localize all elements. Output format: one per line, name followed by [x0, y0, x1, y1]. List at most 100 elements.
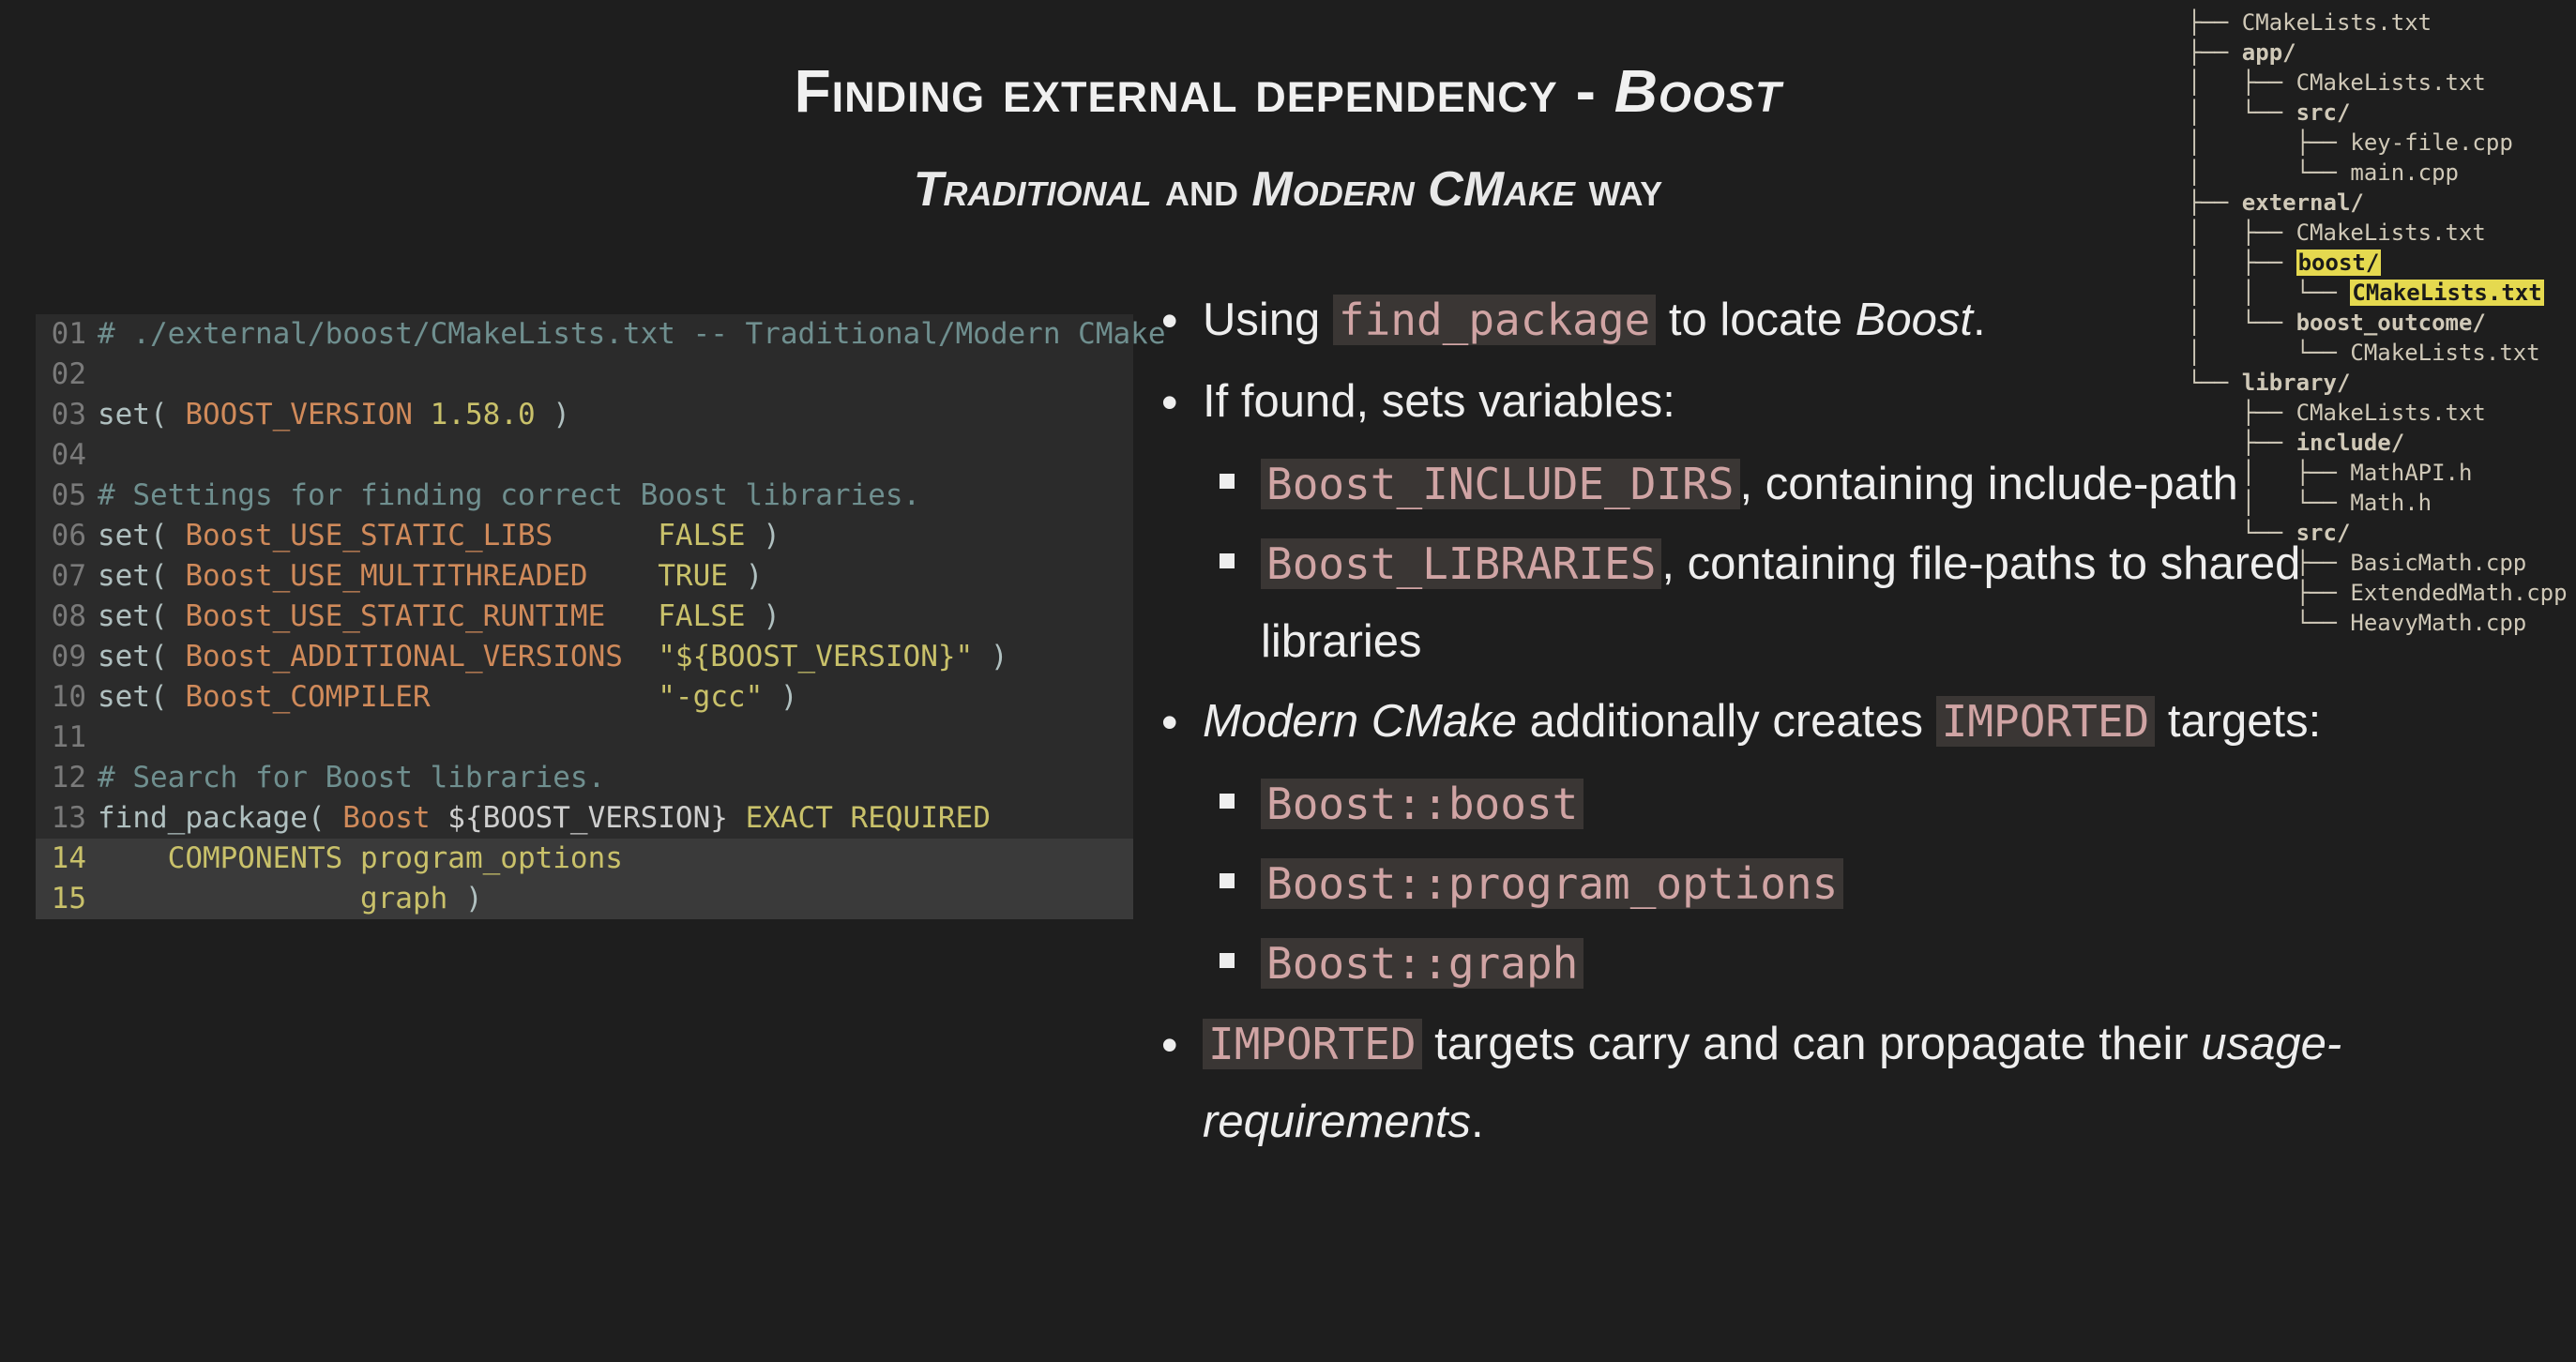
code-libraries: Boost_LIBRARIES [1261, 538, 1661, 589]
bullet-3-modern: Modern CMake [1203, 696, 1517, 747]
subtitle-and: and [1152, 162, 1252, 217]
code-line: 09set( Boost_ADDITIONAL_VERSIONS "${BOOS… [36, 637, 1133, 677]
tree-prefix: └── [2188, 520, 2296, 546]
line-number: 02 [36, 355, 98, 395]
code-boost-graph: Boost::graph [1261, 938, 1583, 989]
code-line: 11 [36, 718, 1133, 758]
code-line: 10set( Boost_COMPILER "-gcc" ) [36, 677, 1133, 718]
line-number: 03 [36, 395, 98, 435]
tree-node: boost/ [2296, 250, 2382, 276]
code-line: 04 [36, 435, 1133, 476]
bullet-1-pre: Using [1203, 295, 1333, 345]
code-token: ${BOOST_VERSION} [447, 801, 745, 835]
code-token [588, 559, 659, 593]
tree-prefix: │ └── CMakeLists.txt [2188, 340, 2540, 366]
code-content: set( Boost_USE_STATIC_LIBS FALSE ) [98, 516, 1133, 556]
code-token [98, 882, 360, 916]
tree-row: │ └── CMakeLists.txt [2188, 338, 2568, 368]
code-token: "${BOOST_VERSION}" [658, 640, 973, 673]
code-line: 01# ./external/boost/CMakeLists.txt -- T… [36, 314, 1133, 355]
tree-row: │ ├── boost/ [2188, 248, 2568, 278]
code-content: set( Boost_USE_MULTITHREADED TRUE ) [98, 556, 1133, 597]
code-token: ) [746, 599, 780, 633]
code-token: ) [973, 640, 1008, 673]
bullet-3: Modern CMake additionally creates IMPORT… [1144, 683, 2420, 761]
bullet-3a: Boost::boost [1144, 765, 2420, 843]
tree-prefix: │ └── main.cpp [2188, 159, 2459, 186]
code-block: 01# ./external/boost/CMakeLists.txt -- T… [36, 314, 1133, 919]
code-token: ) [536, 398, 570, 431]
tree-prefix: ├── [2188, 189, 2242, 216]
tree-row: ├── app/ [2188, 38, 2568, 68]
code-token: # Search for Boost libraries. [98, 761, 605, 794]
code-token [98, 841, 168, 875]
tree-prefix: │ └── [2188, 99, 2296, 126]
bullet-4: IMPORTED targets carry and can propagate… [1144, 1006, 2420, 1162]
code-token: program_options [360, 841, 623, 875]
tree-node: library/ [2242, 370, 2351, 396]
tree-row: │ └── Math.h [2188, 488, 2568, 518]
bullet-2-text: If found, sets variables: [1203, 376, 1675, 427]
tree-row: ├── ExtendedMath.cpp [2188, 578, 2568, 608]
code-boost-po: Boost::program_options [1261, 858, 1843, 909]
code-content: # Settings for finding correct Boost lib… [98, 476, 1133, 516]
code-token: EXACT REQUIRED [746, 801, 991, 835]
code-token: Boost [342, 801, 447, 835]
tree-row: │ └── boost_outcome/ [2188, 308, 2568, 338]
line-number: 10 [36, 677, 98, 718]
tree-prefix: │ ├── key-file.cpp [2188, 129, 2513, 156]
code-token: 1.58.0 [431, 398, 536, 431]
line-number: 07 [36, 556, 98, 597]
bullet-3-post: targets: [2155, 696, 2321, 747]
code-token: # Settings for finding correct Boost lib… [98, 478, 920, 512]
title-pre: Finding external dependency - [795, 57, 1614, 125]
code-token: COMPONENTS [168, 841, 360, 875]
bullet-2a-post: , containing include-path [1740, 459, 2238, 509]
tree-row: │ ├── CMakeLists.txt [2188, 68, 2568, 98]
tree-prefix: │ ├── CMakeLists.txt [2188, 219, 2486, 246]
line-number: 15 [36, 879, 98, 919]
line-number: 14 [36, 839, 98, 879]
code-token [605, 599, 658, 633]
tree-prefix: ├── CMakeLists.txt [2188, 9, 2432, 36]
tree-row: ├── BasicMath.cpp [2188, 548, 2568, 578]
code-token: Boost_COMPILER [185, 680, 430, 714]
line-number: 06 [36, 516, 98, 556]
code-token [431, 680, 659, 714]
code-content: set( Boost_ADDITIONAL_VERSIONS "${BOOST_… [98, 637, 1133, 677]
code-token: ) [746, 519, 780, 552]
tree-row: │ │ └── CMakeLists.txt [2188, 278, 2568, 308]
code-line: 02 [36, 355, 1133, 395]
code-token: ) [763, 680, 797, 714]
code-line: 08set( Boost_USE_STATIC_RUNTIME FALSE ) [36, 597, 1133, 637]
file-tree: ├── CMakeLists.txt├── app/│ ├── CMakeLis… [2188, 8, 2568, 638]
code-token: FALSE [658, 519, 745, 552]
code-line: 12# Search for Boost libraries. [36, 758, 1133, 798]
code-token: set( [98, 680, 185, 714]
code-token [623, 640, 658, 673]
code-find-package: find_package [1333, 295, 1656, 345]
tree-row: └── library/ [2188, 368, 2568, 398]
tree-row: │ └── src/ [2188, 98, 2568, 128]
line-number: 12 [36, 758, 98, 798]
code-imported: IMPORTED [1936, 696, 2156, 747]
code-token: FALSE [658, 599, 745, 633]
code-token: "-gcc" [658, 680, 763, 714]
bullet-3b: Boost::program_options [1144, 845, 2420, 923]
bullet-3-mid: additionally creates [1517, 696, 1936, 747]
code-content: graph ) [98, 879, 1133, 919]
line-number: 04 [36, 435, 98, 476]
code-content: # Search for Boost libraries. [98, 758, 1133, 798]
tree-row: │ └── main.cpp [2188, 158, 2568, 188]
tree-prefix: │ ├── MathAPI.h [2188, 460, 2472, 486]
code-content [98, 355, 1133, 395]
title-boost: Boost [1614, 57, 1782, 125]
tree-node: CMakeLists.txt [2350, 280, 2543, 306]
code-line: 07set( Boost_USE_MULTITHREADED TRUE ) [36, 556, 1133, 597]
code-token: Boost_USE_STATIC_RUNTIME [185, 599, 605, 633]
subtitle-traditional: Traditional [914, 162, 1152, 217]
code-token: ) [728, 559, 763, 593]
code-content [98, 435, 1133, 476]
code-token [553, 519, 658, 552]
bullet-1-end: . [1973, 295, 1986, 345]
